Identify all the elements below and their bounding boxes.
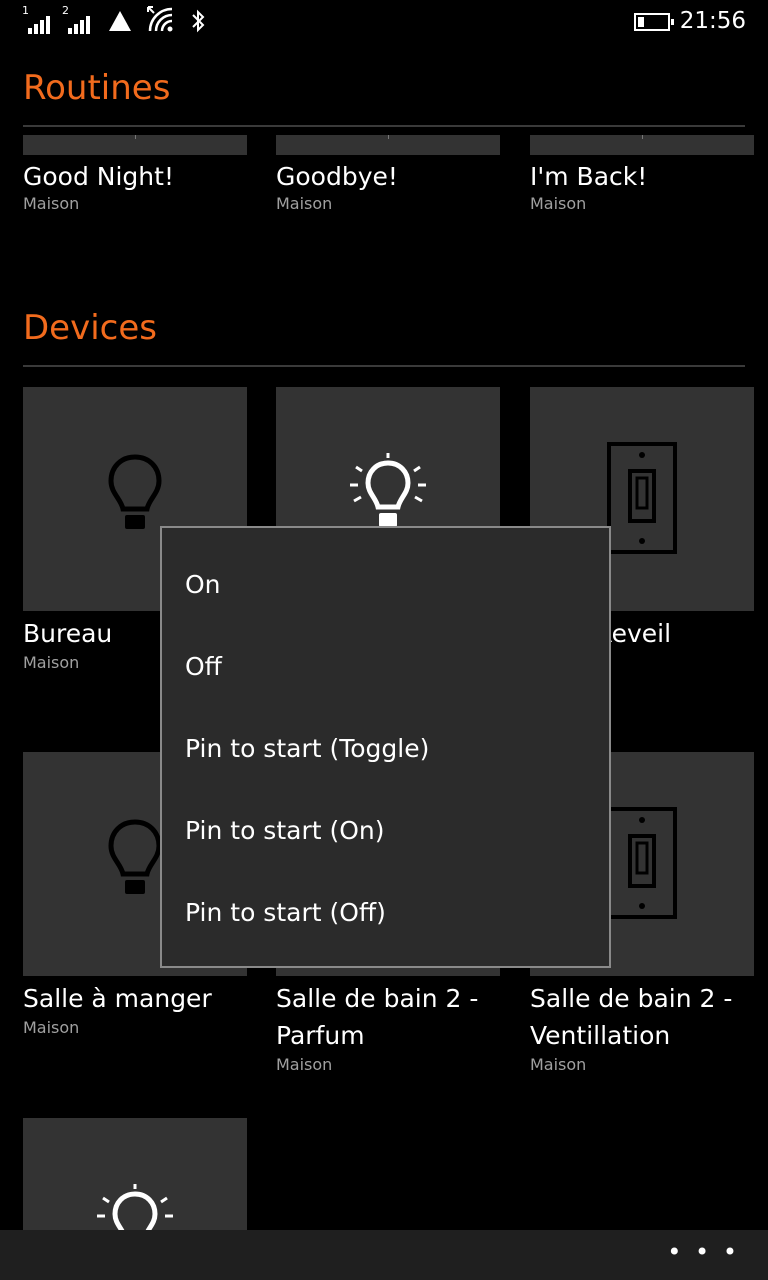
- wall-switch-icon: [607, 442, 677, 554]
- lightbulb-off-icon: [108, 819, 162, 894]
- routine-name: I'm Back!: [530, 162, 648, 191]
- routine-tile-image: [530, 135, 754, 155]
- battery-icon: [634, 13, 674, 31]
- devices-header: Devices: [23, 308, 157, 348]
- device-location: Maison: [23, 1018, 80, 1037]
- device-name: Salle de bain 2 - Ventillation: [530, 984, 733, 1050]
- routine-name: Goodbye!: [276, 162, 398, 191]
- lightbulb-on-icon: [350, 453, 426, 527]
- menu-item-off[interactable]: Off: [185, 652, 222, 681]
- app-bar: • • •: [0, 1230, 768, 1280]
- routine-location: Maison: [23, 194, 80, 213]
- routine-location: Maison: [276, 194, 333, 213]
- routine-tile-image: [276, 135, 500, 155]
- lightbulb-off-icon: [108, 454, 162, 529]
- status-bar: 1 2 21:56: [0, 0, 768, 44]
- menu-item-pin-on[interactable]: Pin to start (On): [185, 816, 385, 845]
- more-options-button[interactable]: • • •: [667, 1238, 740, 1266]
- device-location: Maison: [530, 1055, 587, 1074]
- data-triangle-icon: [109, 11, 131, 31]
- routine-name: Good Night!: [23, 162, 174, 191]
- device-tile[interactable]: [23, 1118, 247, 1230]
- routine-location: Maison: [530, 194, 587, 213]
- signal-icon: 2: [62, 4, 92, 34]
- context-menu: On Off Pin to start (Toggle) Pin to star…: [160, 526, 611, 968]
- bluetooth-icon: [192, 9, 205, 33]
- devices-divider: [23, 365, 745, 367]
- routine-tile-goodbye[interactable]: Goodbye! Maison: [276, 135, 500, 215]
- routine-tile-im-back[interactable]: I'm Back! Maison: [530, 135, 754, 215]
- menu-item-pin-off[interactable]: Pin to start (Off): [185, 898, 386, 927]
- wifi-icon: [147, 6, 173, 32]
- routine-tile-good-night[interactable]: Good Night! Maison: [23, 135, 247, 215]
- device-name: Salle de bain 2 - Parfum: [276, 984, 479, 1050]
- signal-icon: 1: [22, 4, 52, 34]
- lightbulb-on-icon: [97, 1184, 173, 1230]
- routines-header: Routines: [23, 68, 171, 108]
- clock: 21:56: [679, 8, 746, 34]
- device-name: Salle à manger: [23, 984, 212, 1013]
- routines-divider: [23, 125, 745, 127]
- routine-tile-image: [23, 135, 247, 155]
- menu-item-on[interactable]: On: [185, 570, 221, 599]
- wall-switch-icon: [607, 807, 677, 919]
- menu-item-pin-toggle[interactable]: Pin to start (Toggle): [185, 734, 429, 763]
- device-location: Maison: [276, 1055, 333, 1074]
